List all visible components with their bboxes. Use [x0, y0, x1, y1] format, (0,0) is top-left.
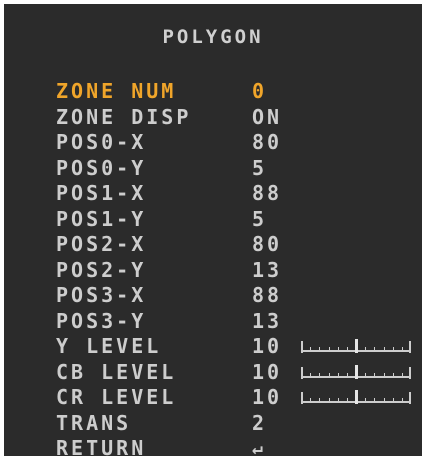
slider-tick [310, 347, 311, 352]
slider-tick [347, 398, 348, 403]
slider-end-left [301, 341, 303, 353]
slider-tick [393, 372, 394, 378]
slider-tick [319, 372, 320, 378]
slider-tick [319, 398, 320, 403]
menu-item-value: 5 [252, 206, 268, 231]
menu-item-value: 10 [252, 359, 283, 384]
enter-return-icon: ↵ [252, 438, 266, 459]
slider-thumb [355, 390, 358, 404]
slider-tick [393, 398, 394, 403]
menu-item-label: RETURN [56, 436, 147, 460]
menu-item-label: ZONE NUM [56, 79, 177, 103]
cb-level-slider[interactable] [301, 364, 411, 379]
menu-item-value: 13 [252, 308, 283, 333]
slider-end-right [409, 341, 411, 353]
slider-tick [384, 398, 385, 403]
slider-tick [310, 398, 311, 403]
slider-tick [365, 398, 366, 403]
slider-end-left [301, 392, 303, 404]
slider-tick [310, 372, 311, 378]
osd-menu-panel: POLYGON ZONE NUM 0 ZONE DISP ON POS0-X 8… [4, 4, 422, 460]
slider-tick [384, 372, 385, 378]
menu-title: POLYGON [162, 26, 264, 48]
slider-end-right [409, 392, 411, 404]
menu-item-value: 80 [252, 232, 283, 256]
menu-item-value: 5 [252, 155, 268, 180]
slider-tick [365, 347, 366, 352]
menu-item-value: 13 [252, 257, 283, 282]
menu-item-value: 88 [252, 283, 283, 307]
menu-item-label: POS1-Y [56, 206, 147, 231]
slider-tick [329, 347, 330, 352]
menu-item-value: 0 [252, 79, 268, 103]
menu-item-value: 88 [252, 181, 283, 205]
menu-item-label: POS0-X [56, 130, 147, 154]
slider-tick [319, 347, 320, 352]
slider-tick [329, 372, 330, 378]
menu-item-label: Y LEVEL [56, 334, 162, 358]
slider-tick [402, 398, 403, 403]
menu-item-label: CB LEVEL [56, 359, 177, 384]
y-level-slider[interactable] [301, 339, 411, 353]
slider-thumb [355, 364, 358, 379]
slider-end-right [409, 366, 411, 379]
slider-end-left [301, 366, 303, 379]
slider-tick [384, 347, 385, 352]
slider-tick [347, 372, 348, 378]
slider-tick [374, 398, 375, 403]
menu-item-label: POS3-Y [56, 308, 147, 333]
menu-item-value: 10 [252, 385, 283, 409]
slider-tick [402, 347, 403, 352]
menu-item-value: ON [252, 104, 283, 129]
slider-thumb [355, 339, 358, 353]
slider-tick [393, 347, 394, 352]
slider-tick [347, 347, 348, 352]
slider-tick [365, 372, 366, 378]
slider-tick [374, 347, 375, 352]
slider-tick [338, 398, 339, 403]
slider-tick [338, 372, 339, 378]
menu-item-label: POS1-X [56, 181, 147, 205]
menu-item-label: CR LEVEL [56, 385, 177, 409]
slider-tick [338, 347, 339, 352]
menu-item-label: POS2-Y [56, 257, 147, 282]
menu-item-label: POS0-Y [56, 155, 147, 180]
menu-item-label: POS2-X [56, 232, 147, 256]
slider-tick [374, 372, 375, 378]
menu-item-value: 10 [252, 334, 283, 358]
menu-item-value: 80 [252, 130, 283, 154]
slider-tick [402, 372, 403, 378]
menu-item-label: TRANS [56, 410, 132, 435]
menu-item-label: POS3-X [56, 283, 147, 307]
menu-item-label: ZONE DISP [56, 104, 192, 129]
cr-level-slider[interactable] [301, 390, 411, 404]
slider-tick [329, 398, 330, 403]
menu-item-value: 2 [252, 410, 268, 435]
